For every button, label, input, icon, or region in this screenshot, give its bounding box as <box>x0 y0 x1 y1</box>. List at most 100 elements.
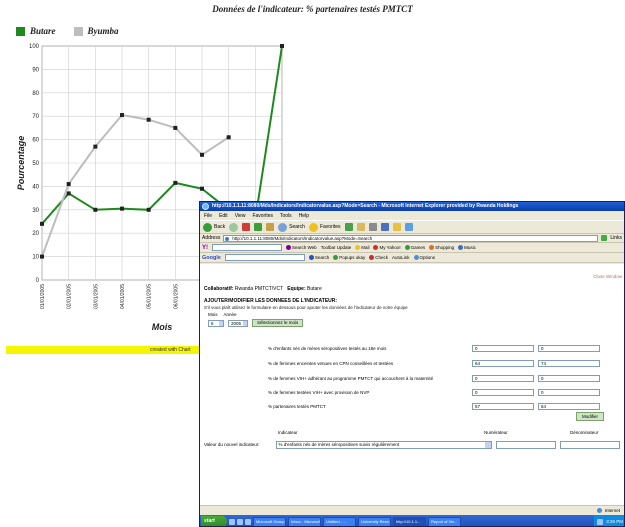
quicklaunch-desktop-icon[interactable] <box>237 518 243 525</box>
google-search-button[interactable]: Search <box>308 255 329 260</box>
browser-toolbar: Back Search Favorites <box>200 220 624 234</box>
status-zone-text: Internet <box>604 507 620 513</box>
data-point-butare <box>66 191 71 196</box>
y-tick-label: 0 <box>36 278 40 284</box>
my-yahoo-button[interactable]: My Yahoo! <box>373 245 401 250</box>
taskbar-item[interactable]: Inbox - Microsoft... <box>288 516 321 526</box>
numerator-input[interactable]: 0 <box>472 388 534 396</box>
quicklaunch-outlook-icon[interactable] <box>245 518 251 525</box>
x-tick-label: 05/01/2005 <box>147 284 153 309</box>
y-tick-label: 80 <box>32 91 39 97</box>
yahoo-toolbar-update[interactable]: Toolbar Update <box>321 245 352 250</box>
menu-file[interactable]: File <box>204 213 212 219</box>
denominator-input[interactable]: 0 <box>538 374 600 382</box>
taskbar-item[interactable]: University Rese... <box>358 516 391 526</box>
back-arrow-icon <box>203 222 212 232</box>
google-search-input[interactable] <box>224 254 305 261</box>
back-label: Back <box>214 224 226 230</box>
select-month-button[interactable]: Sélectionnez le mois <box>252 319 304 327</box>
modifier-button[interactable]: Modifier <box>576 412 605 421</box>
refresh-icon[interactable] <box>254 223 263 231</box>
address-bar: Address http://10.1.1.11:8080/Mds/Indica… <box>200 234 624 243</box>
yahoo-mail-button[interactable]: Mail <box>355 245 369 250</box>
google-logo[interactable]: Google <box>202 255 221 261</box>
print-icon[interactable] <box>368 223 377 231</box>
taskbar-item-active[interactable]: http://10.1.1... <box>393 516 426 526</box>
forward-arrow-icon[interactable] <box>229 222 239 232</box>
stop-icon[interactable] <box>242 223 251 231</box>
y-tick-label: 70 <box>32 114 39 120</box>
menu-view[interactable]: View <box>235 213 246 219</box>
popup-blocker-icon <box>333 255 339 260</box>
quicklaunch-ie-icon[interactable] <box>229 518 235 525</box>
history-icon[interactable] <box>344 223 353 231</box>
mail-icon[interactable] <box>356 223 365 231</box>
chart-footer-text: created with Chart <box>150 347 191 353</box>
y-tick-label: 60 <box>32 138 39 144</box>
check-label: Check <box>375 255 389 260</box>
favorites-button[interactable]: Favorites <box>308 222 341 232</box>
status-bar: Internet <box>200 505 624 514</box>
yahoo-games-button[interactable]: Games <box>404 245 425 250</box>
team-value: Butare <box>307 286 322 292</box>
links-label[interactable]: Links <box>610 235 622 241</box>
home-icon[interactable] <box>266 223 275 231</box>
denominator-input[interactable]: 0 <box>538 388 600 396</box>
month-select[interactable]: 6 <box>208 319 224 327</box>
google-options-button[interactable]: Options <box>413 255 435 260</box>
denominator-input[interactable]: 64 <box>538 402 600 410</box>
yahoo-logo[interactable]: Y! <box>202 245 208 251</box>
star-icon <box>308 222 318 232</box>
menu-bar: File Edit View Favorites Tools Help <box>200 211 624 220</box>
google-check-button[interactable]: Check <box>369 255 388 260</box>
x-axis-label: Mois <box>152 322 173 332</box>
address-input[interactable]: http://10.1.1.11:8080/Mds/Indicators/Ind… <box>223 234 599 242</box>
new-indicator-select[interactable]: % d'enfants nés de mères séropositives s… <box>275 440 493 449</box>
numerator-input[interactable]: 0 <box>472 374 534 382</box>
numerator-input[interactable]: 64 <box>472 359 534 367</box>
yahoo-music-button[interactable]: Music <box>458 245 476 250</box>
y-tick-label: 20 <box>32 231 39 237</box>
data-point-butare <box>280 44 284 48</box>
numerator-input[interactable]: 57 <box>472 402 534 410</box>
numerator-input[interactable]: 0 <box>472 344 534 352</box>
window-titlebar[interactable]: http://10.1.1.11:8080/Mds/Indicators/Ind… <box>200 202 624 211</box>
new-denominator-input[interactable] <box>560 440 620 449</box>
go-arrow-icon[interactable] <box>601 235 608 241</box>
mail-envelope-icon <box>355 245 361 250</box>
denominator-input[interactable]: 0 <box>538 344 600 352</box>
annee-label: Année <box>223 312 237 317</box>
internet-zone-icon <box>596 507 602 513</box>
start-button[interactable]: start <box>201 516 227 526</box>
edit-icon[interactable] <box>380 223 389 231</box>
search-button[interactable]: Search <box>278 222 305 232</box>
close-window-link[interactable]: Close Window <box>593 274 622 279</box>
menu-edit[interactable]: Edit <box>219 213 228 219</box>
year-select[interactable]: 2005 <box>228 319 248 327</box>
yahoo-search-input[interactable] <box>212 244 282 251</box>
x-tick-label: 01/01/2005 <box>40 284 46 309</box>
mois-label: Mois <box>208 312 218 317</box>
menu-help[interactable]: Help <box>299 213 309 219</box>
tray-network-icon[interactable] <box>597 518 604 525</box>
data-point-byumba <box>120 113 124 118</box>
menu-favorites[interactable]: Favorites <box>252 213 273 219</box>
data-point-byumba <box>40 254 44 259</box>
folder-icon[interactable] <box>392 223 401 231</box>
back-button[interactable]: Back <box>203 222 226 232</box>
menu-tools[interactable]: Tools <box>280 213 292 219</box>
taskbar-item[interactable]: Report of Viz... <box>428 516 461 526</box>
google-autolink-button[interactable]: AutoLink <box>392 255 410 260</box>
taskbar-item[interactable]: Untitled - ... <box>323 516 356 526</box>
google-popups-button[interactable]: Popups okay <box>333 255 365 260</box>
shopping-icon <box>429 245 435 250</box>
search-web-label: Search Web <box>292 245 317 250</box>
messenger-icon[interactable] <box>404 223 413 231</box>
toolbar-update-label: Toolbar Update <box>320 245 352 250</box>
yahoo-search-web-button[interactable]: Search Web <box>286 245 317 250</box>
denominator-input[interactable]: 74 <box>538 359 600 367</box>
taskbar-item[interactable]: Microsoft Group... <box>253 516 286 526</box>
indicator-label: % partenaires testés PMTCT <box>268 403 326 409</box>
new-numerator-input[interactable] <box>496 440 557 449</box>
yahoo-shopping-button[interactable]: Shopping <box>429 245 454 250</box>
